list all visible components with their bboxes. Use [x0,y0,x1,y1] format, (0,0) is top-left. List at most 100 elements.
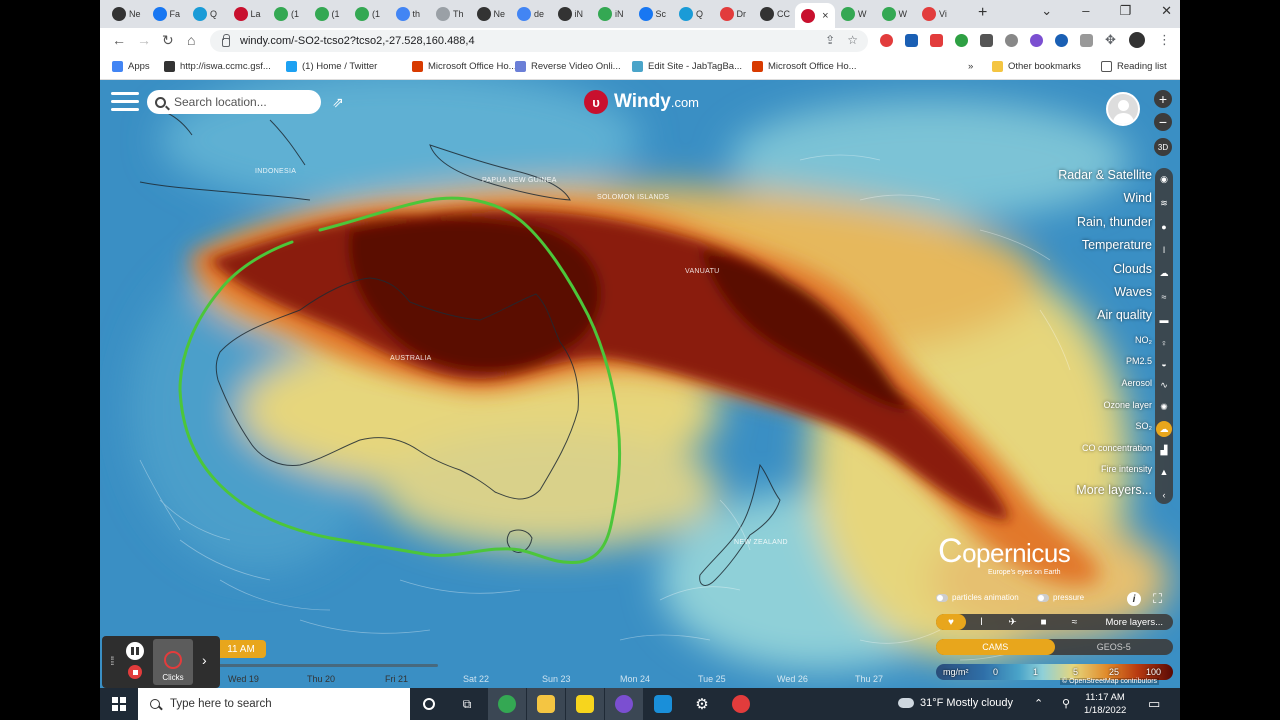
aerosol-icon[interactable]: ∿ [1156,378,1172,394]
wind-icon[interactable]: ≋ [1156,195,1172,211]
bookmark-item[interactable]: http://iswa.ccmc.gsf... [164,61,271,72]
layer-menu-item[interactable]: Radar & Satellite [1058,168,1152,191]
other-bookmarks[interactable]: Other bookmarks [992,61,1081,72]
thermometer-icon[interactable]: ǀ [1156,242,1172,258]
pressure-toggle[interactable]: pressure [1037,593,1084,602]
lock-icon[interactable] [222,33,230,47]
layer-menu-item[interactable]: Air quality [1058,308,1152,331]
timeline-day[interactable]: Sun 23 [542,674,571,684]
weather-widget[interactable]: 31°F Mostly cloudy [898,697,1013,709]
browser-tab[interactable]: × [794,3,835,28]
browser-tab[interactable]: Fa [147,3,187,25]
bookmark-item[interactable]: Microsoft Office Ho... [752,61,857,72]
restore-icon[interactable]: ❐ [1119,3,1131,19]
browser-tab[interactable]: Q [187,3,227,25]
settings-gear-icon[interactable]: ⚙ [683,688,721,720]
so2-icon[interactable]: ☁ [1156,421,1172,437]
pm25-icon[interactable]: ◒ [1156,356,1172,372]
3d-toggle-button[interactable]: 3D [1154,138,1172,156]
close-tab-icon[interactable]: × [822,10,828,22]
browser-tab[interactable]: (1 [349,3,389,25]
no2-icon[interactable]: ♀ [1156,335,1172,351]
share-map-icon[interactable]: ⇗ [332,94,344,111]
particles-toggle[interactable]: particles animation [936,593,1019,602]
bookmark-item[interactable]: Microsoft Office Ho... [412,61,517,72]
taskbar-search-input[interactable]: Type here to search [138,688,410,720]
fire-icon[interactable]: ▲ [1156,464,1172,480]
layer-menu-item[interactable]: More layers... [1058,483,1152,506]
browser-tab[interactable]: Ne [106,3,146,25]
reload-icon[interactable]: ↻ [162,32,174,49]
system-clock[interactable]: 11:17 AM 1/18/2022 [1084,691,1126,717]
toggle-switch[interactable] [1037,593,1049,602]
timeline-day[interactable]: Thu 20 [307,674,335,684]
layer-menu-item[interactable]: PM2.5 [1058,353,1152,375]
browser-tab[interactable]: Th [430,3,470,25]
puzzle-icon[interactable]: ✥ [1105,32,1118,47]
layer-menu-item[interactable]: Wind [1058,191,1152,214]
stop-record-button[interactable] [128,665,142,679]
timeline-day[interactable]: Sat 22 [463,674,489,684]
info-icon[interactable]: i [1127,592,1141,606]
ozone-icon[interactable]: ✺ [1156,399,1172,415]
waves-icon[interactable]: ≈ [1156,289,1172,305]
chrome-icon[interactable] [722,688,760,720]
clicks-button[interactable]: Clicks [153,639,193,685]
windows-start-button[interactable] [112,697,126,711]
browser-tab[interactable]: de [511,3,551,25]
toggle-switch[interactable] [936,593,948,602]
reading-list[interactable]: Reading list [1101,61,1167,72]
address-bar[interactable]: windy.com/-SO2-tcso2?tcso2,-27.528,160.4… [210,30,868,52]
tab-search-chevron-icon[interactable]: ⌄ [1041,3,1052,19]
zoom-out-button[interactable]: − [1154,113,1172,131]
new-tab-button[interactable]: + [978,4,987,22]
extension-icon[interactable] [880,34,893,47]
cloud-icon[interactable]: ☁ [1156,265,1172,281]
rain-icon[interactable]: ● [1156,219,1172,235]
kebab-menu-icon[interactable]: ⋮ [1158,32,1171,47]
car-icon[interactable]: ▬ [1156,312,1172,328]
profile-avatar[interactable] [1129,32,1145,48]
extension-icon[interactable] [905,34,918,47]
browser-tab[interactable]: th [390,3,430,25]
extension-icon[interactable] [980,34,993,47]
timeline-day[interactable]: Tue 25 [698,674,726,684]
task-view-icon[interactable]: ⧉ [448,688,486,720]
browser-tab[interactable]: La [228,3,268,25]
zoom-in-button[interactable]: + [1154,90,1172,108]
browser-tab[interactable]: CC [754,3,794,25]
chevron-right-icon[interactable]: › [202,652,207,668]
radar-wave-icon[interactable]: ≈ [1059,617,1090,628]
bookmark-item[interactable]: Reverse Video Onli... [515,61,621,72]
browser-tab[interactable]: Q [673,3,713,25]
share-icon[interactable]: ⇪ [825,33,835,47]
layer-menu-item[interactable]: NO₂ [1058,332,1152,354]
map-credit[interactable]: © OpenStreetMap contributors [1060,678,1160,685]
home-icon[interactable]: ⌂ [187,32,195,48]
browser-tab[interactable]: Vi [916,3,956,25]
bookmarks-overflow-button[interactable]: » [968,61,973,72]
thermometer-icon[interactable]: ǀ [966,617,997,628]
extension-icon[interactable] [930,34,943,47]
current-time-badge[interactable]: 11 AM [216,640,266,658]
browser-tab[interactable]: Dr [714,3,754,25]
browser-tab[interactable]: iN [552,3,592,25]
network-icon[interactable]: ⚲ [1062,697,1070,710]
timeline-progress-track[interactable] [218,664,438,667]
drag-handle-icon[interactable]: ⁞⁞ [110,654,114,668]
browser-tab[interactable]: Ne [471,3,511,25]
sticky-notes-icon[interactable] [566,688,604,720]
bookmark-star-icon[interactable]: ☆ [847,33,858,47]
extension-icon[interactable] [1005,34,1018,47]
layer-menu-item[interactable]: Fire intensity [1058,461,1152,483]
extension-icon[interactable] [1080,34,1093,47]
layer-menu-item[interactable]: Aerosol [1058,375,1152,397]
browser-tab[interactable]: W [835,3,875,25]
file-explorer-icon[interactable] [527,688,565,720]
menu-hamburger-icon[interactable] [111,92,139,112]
bookmark-item[interactable]: Apps [112,61,150,72]
browser-tab[interactable]: W [876,3,916,25]
forward-icon[interactable]: → [137,32,151,48]
minimize-icon[interactable]: – [1082,3,1089,19]
chrome-taskbar-icon[interactable] [488,688,526,720]
